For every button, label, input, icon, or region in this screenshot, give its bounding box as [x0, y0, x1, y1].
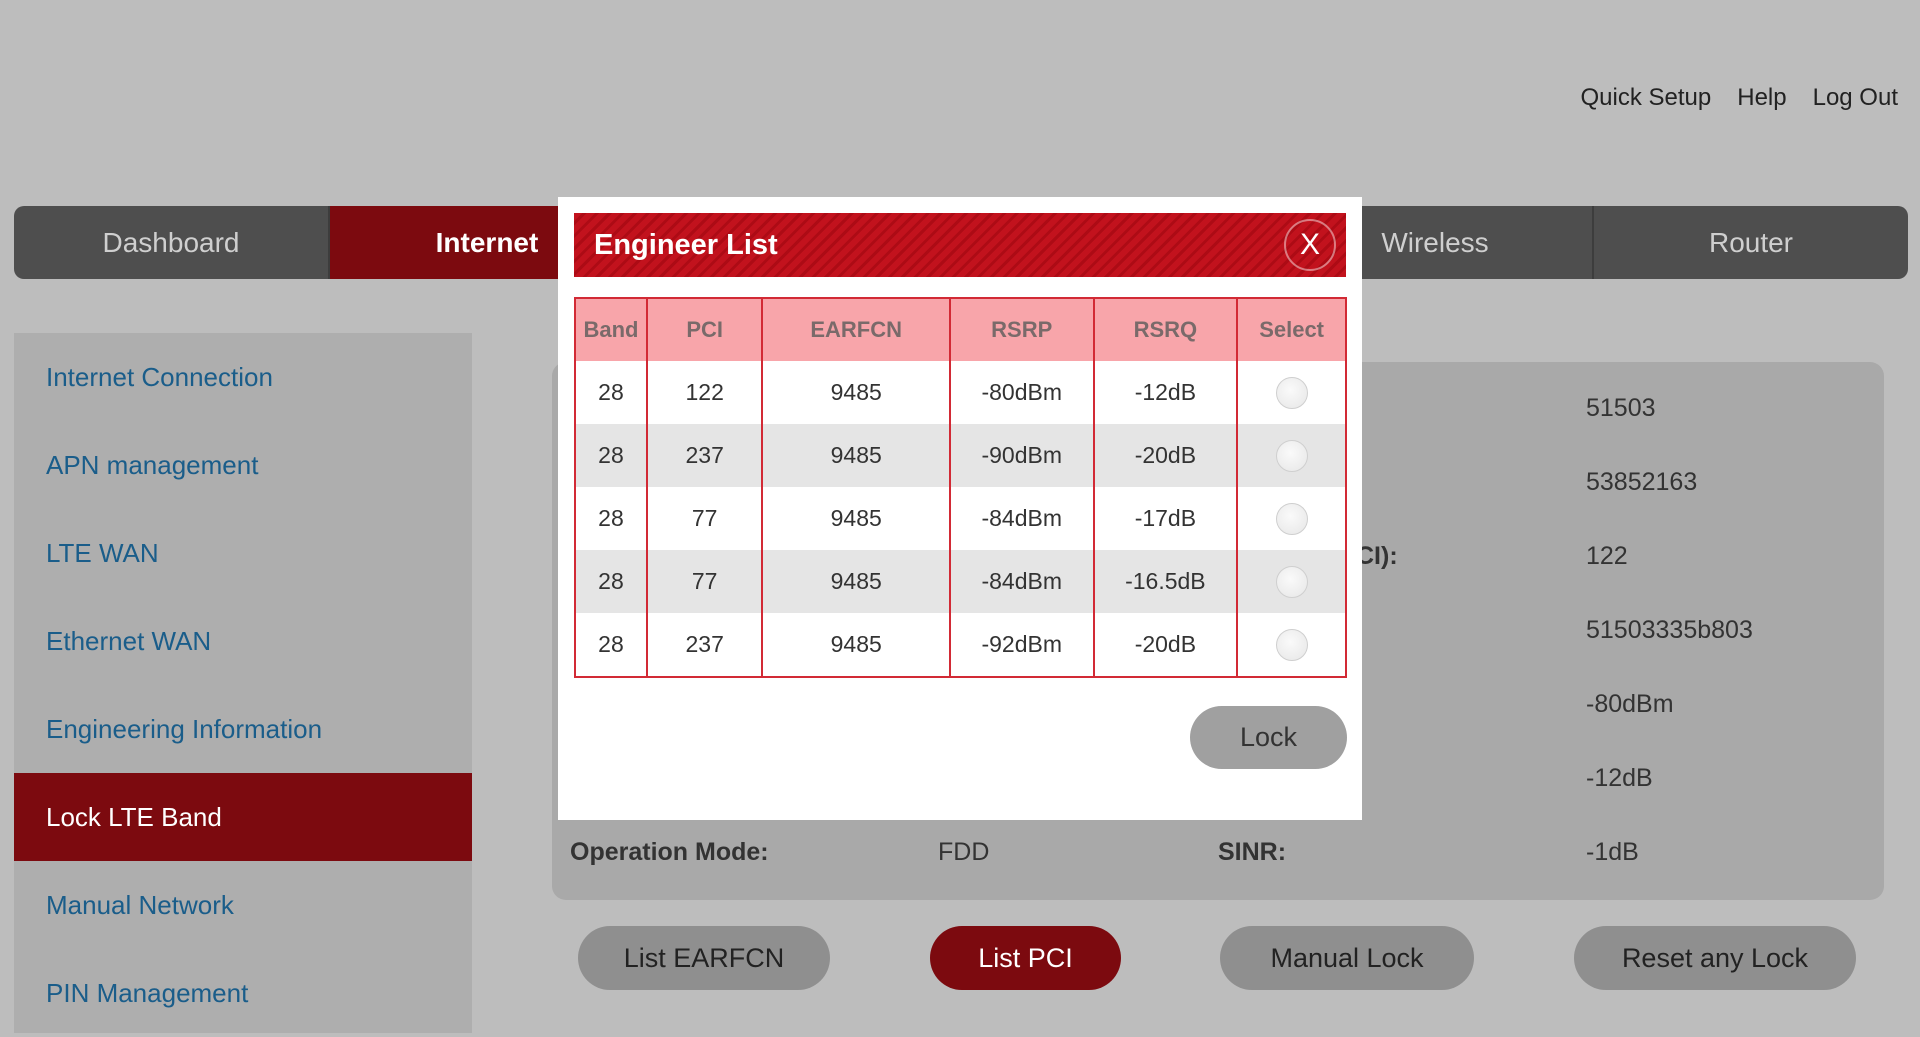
- info-value: -80dBm: [1586, 690, 1674, 718]
- cell-rsrq: -16.5dB: [1093, 550, 1239, 613]
- select-radio[interactable]: [1275, 565, 1308, 598]
- info-value: 51503335b803: [1586, 616, 1753, 644]
- table-row: 28 122 9485 -80dBm -12dB: [575, 361, 1346, 424]
- info-label-pci: CI):: [1356, 542, 1398, 570]
- column-header-earfcn: EARFCN: [762, 298, 951, 361]
- list-earfcn-button[interactable]: List EARFCN: [578, 926, 830, 990]
- cell-pci: 237: [646, 424, 764, 487]
- cell-earfcn: 9485: [762, 613, 951, 677]
- sidebar-item-ethernet-wan[interactable]: Ethernet WAN: [14, 597, 472, 685]
- cell-select: [1237, 487, 1346, 550]
- lock-button[interactable]: Lock: [1190, 706, 1347, 769]
- close-icon[interactable]: X: [1284, 219, 1336, 271]
- cell-earfcn: 9485: [762, 487, 951, 550]
- table-header-row: Band PCI EARFCN RSRP RSRQ Select: [575, 298, 1346, 361]
- help-link[interactable]: Help: [1737, 84, 1786, 112]
- info-value: -12dB: [1586, 764, 1653, 792]
- select-radio[interactable]: [1275, 628, 1308, 661]
- cell-earfcn: 9485: [762, 550, 951, 613]
- sidebar-item-internet-connection[interactable]: Internet Connection: [14, 333, 472, 421]
- engineer-list-modal: Engineer List X Band PCI EARFCN RSRP RSR…: [558, 197, 1362, 820]
- tab-dashboard[interactable]: Dashboard: [14, 206, 330, 279]
- sidebar-item-lock-lte-band[interactable]: Lock LTE Band: [14, 773, 472, 861]
- cell-select: [1237, 550, 1346, 613]
- tab-router[interactable]: Router: [1594, 206, 1908, 279]
- select-radio[interactable]: [1275, 439, 1308, 472]
- cell-pci: 77: [646, 550, 764, 613]
- select-radio[interactable]: [1275, 376, 1308, 409]
- cell-band: 28: [575, 361, 648, 424]
- column-header-rsrq: RSRQ: [1093, 298, 1239, 361]
- list-pci-button[interactable]: List PCI: [930, 926, 1121, 990]
- operation-mode-value: FDD: [938, 838, 990, 866]
- cell-pci: 122: [646, 361, 764, 424]
- cell-pci: 237: [646, 613, 764, 677]
- cell-band: 28: [575, 613, 648, 677]
- cell-select: [1237, 424, 1346, 487]
- column-header-select: Select: [1237, 298, 1346, 361]
- select-radio[interactable]: [1275, 502, 1308, 535]
- sidebar-item-lte-wan[interactable]: LTE WAN: [14, 509, 472, 597]
- cell-rsrp: -84dBm: [949, 550, 1095, 613]
- operation-mode-label: Operation Mode:: [570, 838, 769, 866]
- cell-rsrp: -84dBm: [949, 487, 1095, 550]
- cell-rsrp: -80dBm: [949, 361, 1095, 424]
- cell-rsrq: -12dB: [1093, 361, 1239, 424]
- sidebar-item-pin-management[interactable]: PIN Management: [14, 949, 472, 1037]
- sidebar-item-manual-network[interactable]: Manual Network: [14, 861, 472, 949]
- cell-band: 28: [575, 550, 648, 613]
- cell-select: [1237, 613, 1346, 677]
- cell-band: 28: [575, 487, 648, 550]
- log-out-link[interactable]: Log Out: [1813, 84, 1898, 112]
- quick-setup-link[interactable]: Quick Setup: [1581, 84, 1712, 112]
- cell-rsrq: -17dB: [1093, 487, 1239, 550]
- cell-earfcn: 9485: [762, 361, 951, 424]
- modal-title: Engineer List: [594, 228, 778, 261]
- column-header-pci: PCI: [646, 298, 764, 361]
- table-row: 28 77 9485 -84dBm -16.5dB: [575, 550, 1346, 613]
- table-row: 28 77 9485 -84dBm -17dB: [575, 487, 1346, 550]
- cell-rsrp: -90dBm: [949, 424, 1095, 487]
- top-links: Quick Setup Help Log Out: [1581, 84, 1899, 112]
- sidebar-item-apn-management[interactable]: APN management: [14, 421, 472, 509]
- sidebar-item-engineering-information[interactable]: Engineering Information: [14, 685, 472, 773]
- column-header-rsrp: RSRP: [949, 298, 1095, 361]
- table-row: 28 237 9485 -92dBm -20dB: [575, 613, 1346, 677]
- cell-rsrp: -92dBm: [949, 613, 1095, 677]
- info-value: 122: [1586, 542, 1628, 570]
- cell-band: 28: [575, 424, 648, 487]
- info-value: 53852163: [1586, 468, 1698, 496]
- cell-rsrq: -20dB: [1093, 424, 1239, 487]
- info-value: 51503: [1586, 394, 1656, 422]
- cell-pci: 77: [646, 487, 764, 550]
- sinr-value: -1dB: [1586, 838, 1639, 866]
- modal-header: Engineer List X: [574, 213, 1346, 277]
- sinr-label: SINR:: [1218, 838, 1287, 866]
- manual-lock-button[interactable]: Manual Lock: [1220, 926, 1474, 990]
- cell-rsrq: -20dB: [1093, 613, 1239, 677]
- cell-earfcn: 9485: [762, 424, 951, 487]
- column-header-band: Band: [575, 298, 648, 361]
- cell-select: [1237, 361, 1346, 424]
- reset-any-lock-button[interactable]: Reset any Lock: [1574, 926, 1856, 990]
- table-row: 28 237 9485 -90dBm -20dB: [575, 424, 1346, 487]
- sidebar: Internet Connection APN management LTE W…: [14, 333, 472, 1033]
- engineer-table: Band PCI EARFCN RSRP RSRQ Select 28 122 …: [574, 297, 1347, 678]
